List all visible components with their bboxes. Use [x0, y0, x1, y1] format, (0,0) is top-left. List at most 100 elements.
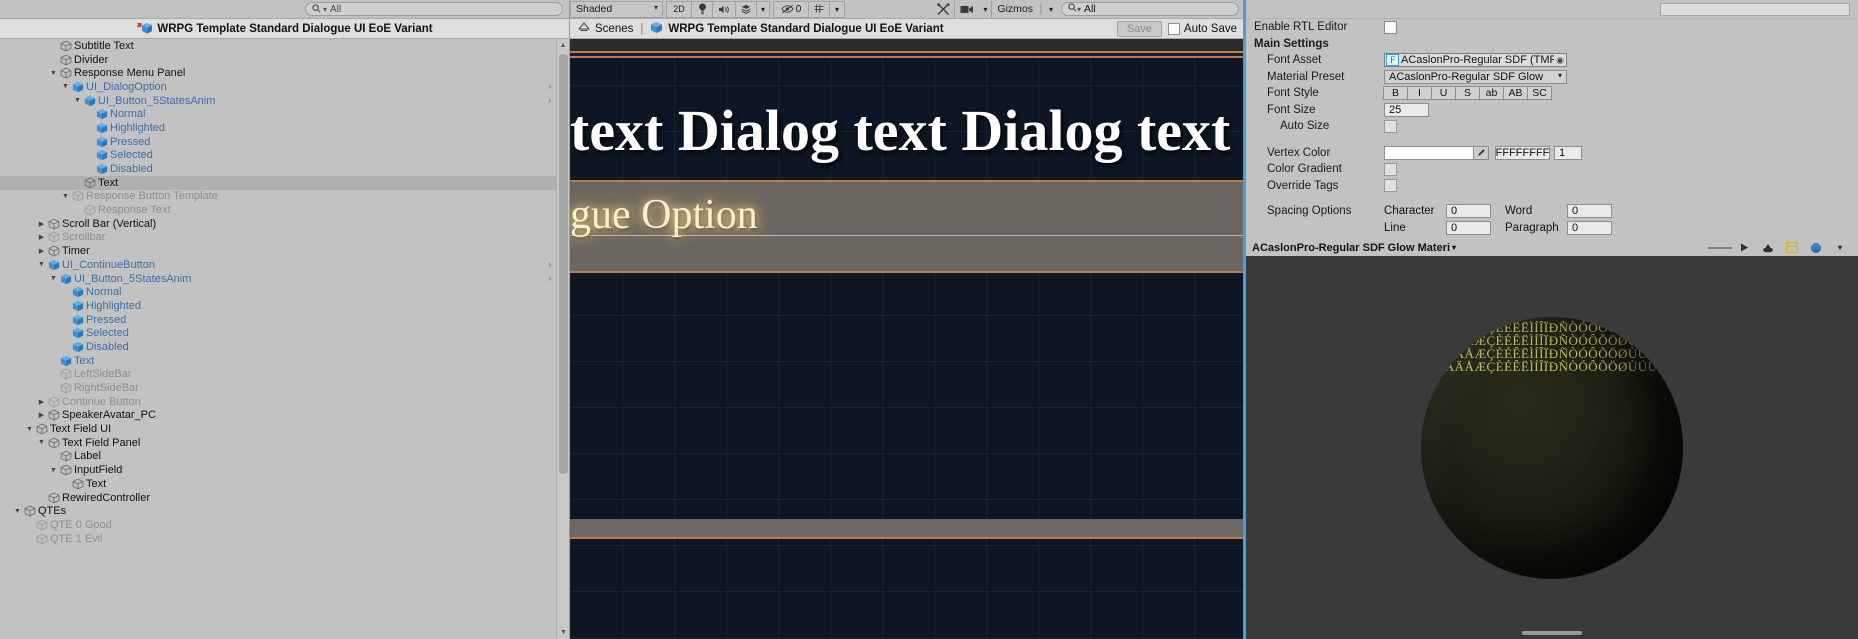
twisty-toggle[interactable]: ▼ [72, 97, 83, 104]
color-gradient-checkbox[interactable] [1384, 162, 1397, 176]
twisty-toggle[interactable]: ▶ [36, 247, 47, 255]
hierarchy-row[interactable]: LeftSideBar [0, 368, 569, 382]
scrollbar-thumb[interactable] [559, 54, 568, 474]
scroll-down-arrow[interactable]: ▼ [557, 626, 570, 639]
hierarchy-row[interactable]: Disabled [0, 162, 569, 176]
preview-dropdown-caret[interactable]: ▾ [1452, 243, 1456, 252]
twisty-toggle[interactable]: ▼ [36, 261, 47, 268]
ui-icon[interactable] [1780, 240, 1804, 255]
scene-view-canvas[interactable]: text Dialog text Dialog text Dialog t gu… [570, 39, 1243, 639]
tools-icon[interactable] [931, 1, 955, 18]
grid-icon[interactable]: Y [808, 0, 830, 18]
gizmos-dropdown-caret[interactable]: ▾ [1044, 1, 1058, 18]
hierarchy-row[interactable]: ▼ UI_ContinueButton › [0, 258, 569, 272]
toggle-2d-button[interactable]: 2D [666, 0, 692, 18]
hierarchy-row[interactable]: Highlighted [0, 299, 569, 313]
preview-options-caret[interactable]: ▾ [1828, 240, 1852, 255]
scale-slider-icon[interactable] [1708, 240, 1732, 255]
font-style-sc-button[interactable]: SC [1527, 86, 1552, 101]
hierarchy-row[interactable]: Subtitle Text [0, 39, 569, 53]
hierarchy-row[interactable]: RightSideBar [0, 381, 569, 395]
effects-dropdown-caret[interactable]: ▾ [756, 0, 770, 18]
hierarchy-row[interactable]: Pressed [0, 135, 569, 149]
hierarchy-row[interactable]: ▼ Response Menu Panel [0, 66, 569, 80]
hierarchy-row[interactable]: ▶ Scrollbar [0, 231, 569, 245]
hierarchy-row[interactable]: ▼ UI_Button_5StatesAnim › [0, 94, 569, 108]
hierarchy-row[interactable]: Selected [0, 149, 569, 163]
hierarchy-row[interactable]: RewiredController [0, 491, 569, 505]
hierarchy-row[interactable]: Selected [0, 326, 569, 340]
hierarchy-row[interactable]: QTE 1 Evil [0, 532, 569, 546]
twisty-toggle[interactable]: ▼ [48, 467, 59, 474]
spacing-word-input[interactable]: 0 [1567, 204, 1612, 219]
row-override-tags[interactable]: Override Tags [1246, 178, 1858, 195]
hierarchy-row[interactable]: Text [0, 477, 569, 491]
hierarchy-tree[interactable]: Subtitle Text Divider ▼ Response Menu Panel… [0, 39, 569, 639]
hierarchy-row[interactable]: Label [0, 450, 569, 464]
hierarchy-row[interactable]: ▼ Text Field UI [0, 422, 569, 436]
font-atlas-sphere[interactable]: ÁÂÃÄÅÆÇÈÉÊËÌÍÎÏÐÑÒÓÔÕÖØÙÚÛÜÝÞßàáâãäåæçèé… [1421, 316, 1683, 579]
hierarchy-row[interactable]: ▶ Scroll Bar (Vertical) [0, 217, 569, 231]
hierarchy-row[interactable]: Response Text [0, 203, 569, 217]
hierarchy-row[interactable]: ▼ Response Button Template [0, 190, 569, 204]
font-style-i-button[interactable]: I [1407, 86, 1432, 101]
override-tags-checkbox[interactable] [1384, 179, 1397, 193]
hierarchy-row[interactable]: ▼ InputField [0, 463, 569, 477]
play-icon[interactable] [1732, 240, 1756, 255]
row-font-asset[interactable]: Font Asset F ACaslonPro-Regular SDF (TMP… [1246, 52, 1858, 69]
auto-save-checkbox[interactable] [1167, 22, 1180, 35]
twisty-toggle[interactable]: ▼ [36, 439, 47, 446]
twisty-toggle[interactable]: ▼ [60, 83, 71, 90]
auto-save-toggle[interactable]: Auto Save [1167, 22, 1237, 35]
grid-dropdown-caret[interactable]: ▾ [829, 0, 845, 18]
hierarchy-row[interactable]: QTE 0 Good [0, 518, 569, 532]
row-spacing-options[interactable]: Spacing Options Character 0 Word 0 [1246, 203, 1858, 220]
spacing-paragraph-input[interactable]: 0 [1567, 220, 1612, 235]
twisty-toggle[interactable]: ▼ [24, 426, 35, 433]
row-material-preset[interactable]: Material Preset ACaslonPro-Regular SDF G… [1246, 69, 1858, 86]
row-font-style[interactable]: Font Style B I U Sab AB SC [1246, 85, 1858, 102]
hierarchy-row[interactable]: ▶ Timer [0, 244, 569, 258]
breadcrumb-scenes-label[interactable]: Scenes [595, 23, 633, 35]
hierarchy-search-input[interactable]: ▾ All [305, 2, 563, 16]
search-dropdown-caret[interactable]: ▾ [323, 5, 327, 14]
auto-size-checkbox[interactable] [1384, 119, 1397, 133]
breadcrumb-prefab-name[interactable]: WRPG Template Standard Dialogue UI EoE V… [668, 23, 943, 35]
font-style-b-button[interactable]: B [1383, 86, 1408, 101]
open-prefab-arrow[interactable]: › [548, 82, 551, 91]
vertex-color-swatch[interactable] [1384, 145, 1474, 160]
font-style-u-button[interactable]: U [1431, 86, 1456, 101]
font-style-buttons[interactable]: B I U Sab AB SC [1383, 86, 1552, 101]
save-button[interactable]: Save [1116, 20, 1162, 37]
sphere-icon[interactable] [1804, 240, 1828, 255]
hierarchy-vertical-scrollbar[interactable]: ▲ ▼ [556, 39, 569, 639]
twisty-toggle[interactable]: ▶ [36, 398, 47, 406]
hierarchy-row[interactable]: Normal [0, 107, 569, 121]
hierarchy-row[interactable]: Text [0, 354, 569, 368]
row-font-size[interactable]: Font Size 25 [1246, 102, 1858, 119]
hierarchy-row[interactable]: ▼ UI_DialogOption › [0, 80, 569, 94]
hierarchy-row[interactable]: Disabled [0, 340, 569, 354]
preview-scale-handle[interactable] [1522, 631, 1582, 635]
scroll-up-arrow[interactable]: ▲ [557, 39, 569, 52]
font-size-input[interactable]: 25 [1384, 102, 1429, 117]
object-picker-icon[interactable]: ◉ [1554, 55, 1566, 66]
spacing-line-input[interactable]: 0 [1446, 220, 1491, 235]
scene-search-input[interactable]: ▾ All [1061, 2, 1239, 16]
row-auto-size[interactable]: Auto Size [1246, 118, 1858, 135]
inspector-top-field[interactable] [1660, 2, 1850, 16]
row-spacing-line[interactable]: Line 0 Paragraph 0 [1246, 220, 1858, 237]
effects-icon[interactable] [735, 0, 757, 18]
enable-rtl-checkbox[interactable] [1384, 20, 1397, 34]
row-color-gradient[interactable]: Color Gradient [1246, 161, 1858, 178]
spacing-character-input[interactable]: 0 [1446, 204, 1491, 219]
camera-icon[interactable] [955, 1, 979, 18]
twisty-toggle[interactable]: ▼ [60, 193, 71, 200]
open-prefab-arrow[interactable]: › [548, 96, 551, 105]
hierarchy-row[interactable]: ▼ Text Field Panel [0, 436, 569, 450]
draw-mode-dropdown[interactable]: Shaded [570, 0, 663, 18]
hierarchy-row[interactable]: Normal [0, 285, 569, 299]
font-style-ab-button[interactable]: ab [1479, 86, 1504, 101]
font-style-ab-button[interactable]: AB [1503, 86, 1528, 101]
twisty-toggle[interactable]: ▶ [36, 220, 47, 228]
